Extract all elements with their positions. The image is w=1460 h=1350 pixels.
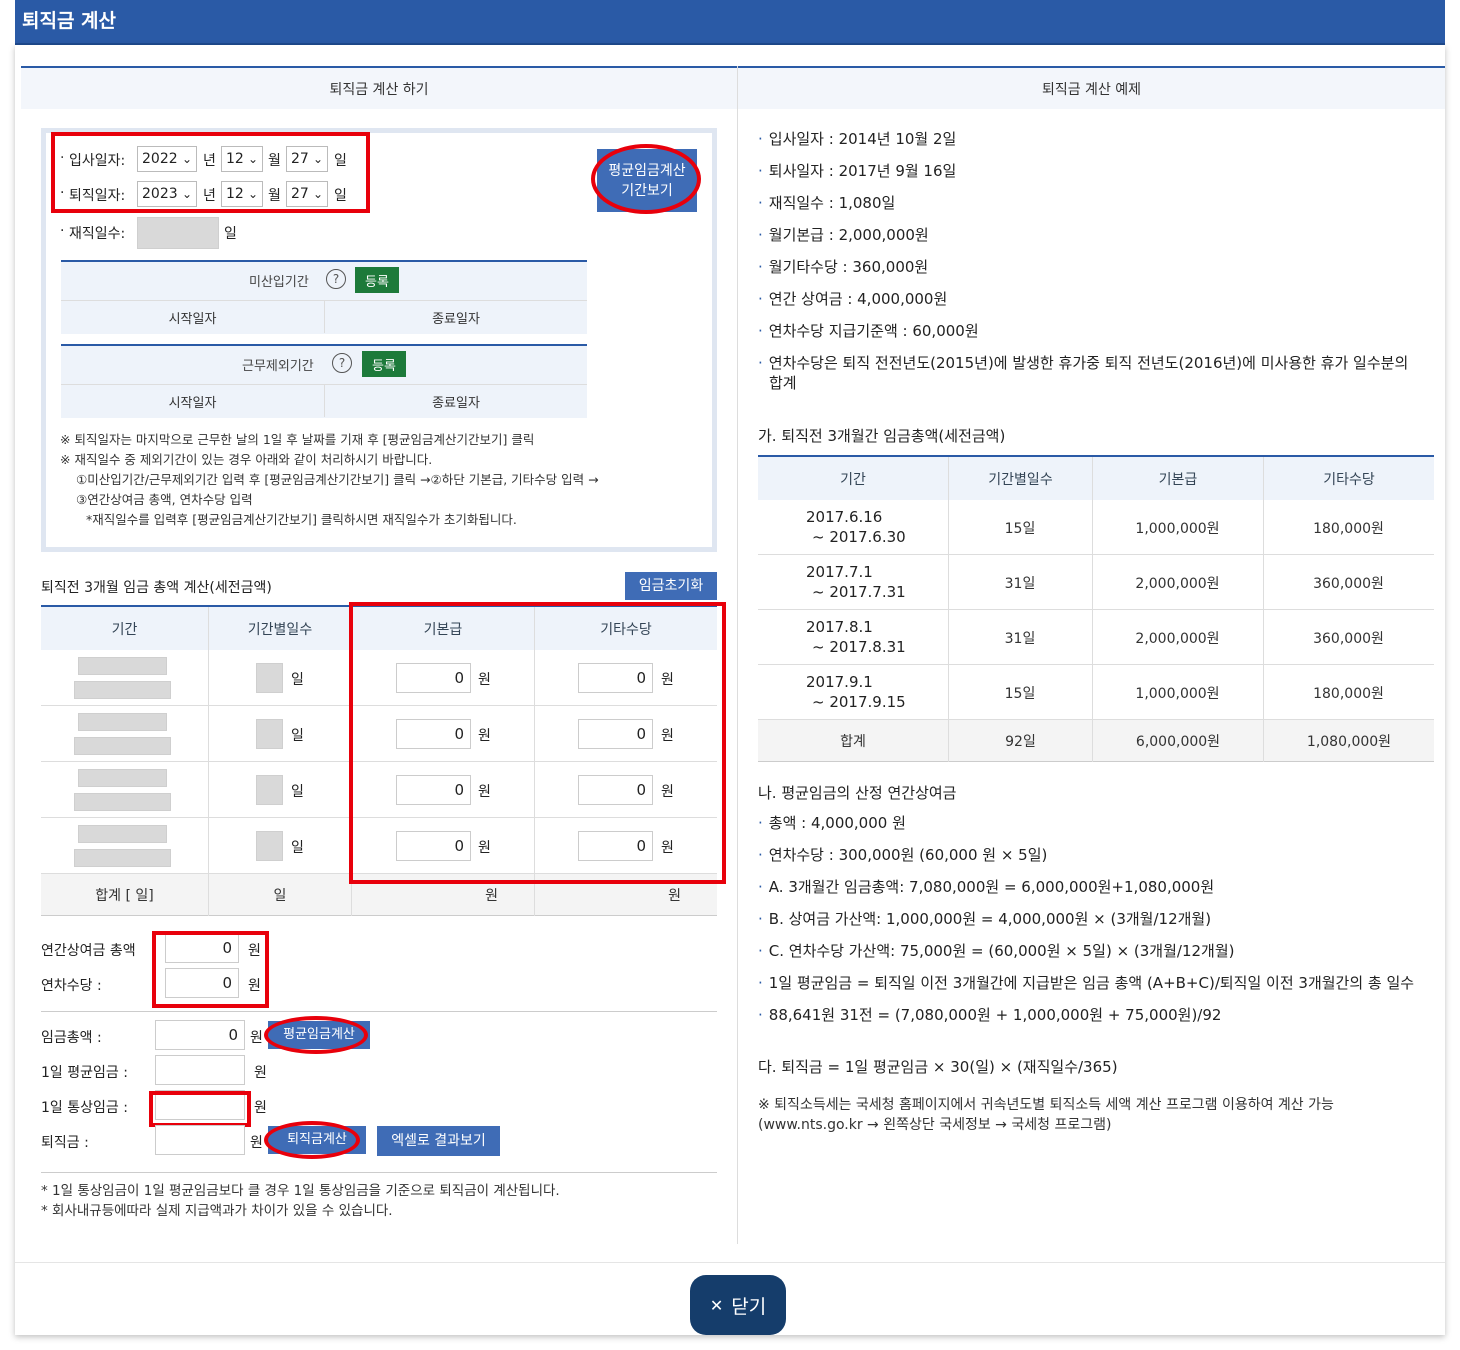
calc-item: · 연차수당 : 300,000원 (60,000 원 × 5일) <box>758 846 1048 864</box>
col-period: 기간 <box>41 607 208 650</box>
calc-item: · 88,641원 31전 = (7,080,000원 + 1,000,000원 … <box>758 1006 1222 1024</box>
col-days: 기간별일수 <box>208 607 351 650</box>
excluded-register-button[interactable]: 등록 <box>362 351 406 377</box>
period-days-field[interactable] <box>256 719 283 749</box>
calc-item: · A. 3개월간 임금총액: 7,080,000원 = 6,000,000원+1… <box>758 878 1215 896</box>
date-highlight-box <box>51 132 370 213</box>
note-2: ※ 재직일수 중 제외기간이 있는 경우 아래와 같이 처리하시기 바랍니다. <box>60 452 433 467</box>
severance-label: 퇴직금 : <box>41 1135 89 1151</box>
tax-note-2: (www.nts.go.kr → 왼쪽상단 국세정보 → 국세청 프로그램) <box>758 1117 1112 1133</box>
example-item: · 재직일수 : 1,080일 <box>758 194 896 212</box>
total-wage-field: 0 <box>155 1020 245 1050</box>
sev-button-circle <box>264 1121 360 1159</box>
period-start-field <box>78 713 167 731</box>
example-item: · 연차수당은 퇴직 전전년도(2015년)에 발생한 휴가중 퇴직 전년도(20… <box>758 354 1409 372</box>
example-item: · 월기본급 : 2,000,000원 <box>758 226 929 244</box>
example-item: · 입사일자 : 2014년 10월 2일 <box>758 130 957 148</box>
end-date-col: 종료일자 <box>432 395 480 411</box>
ex-col-days: 기간별일수 <box>948 457 1092 500</box>
example-item: · 연차수당 지급기준액 : 60,000원 <box>758 322 979 340</box>
period-start-field <box>78 769 167 787</box>
section-b-title: 나. 평균임금의 산정 연간상여금 <box>758 784 957 802</box>
ex-total-days: 92일 <box>948 720 1092 762</box>
bonus-label: 연간상여금 총액 <box>41 943 136 959</box>
ex-col-period: 기간 <box>758 457 948 500</box>
period-days-field[interactable] <box>256 775 283 805</box>
note-3: ①미산입기간/근무제외기간 입력 후 [평균임금계산기간보기] 클릭 →②하단 … <box>76 472 599 487</box>
ex-total-label: 합계 <box>840 734 866 750</box>
leave-pay-label: 연차수당 : <box>41 978 102 994</box>
section-a-title: 가. 퇴직전 3개월간 임금총액(세전금액) <box>758 427 1006 445</box>
start-date-col: 시작일자 <box>168 311 217 327</box>
help-icon[interactable]: ? <box>332 353 352 373</box>
example-item: · 연간 상여금 : 4,000,000원 <box>758 290 948 308</box>
period-start-field <box>78 657 167 675</box>
window-title: 퇴직금 계산 <box>22 10 117 32</box>
example-item: 합계 <box>769 374 797 392</box>
period-button-circle <box>591 144 701 214</box>
footnote-2: * 회사내규등에따라 실제 지급액과가 차이가 있을 수 있습니다. <box>41 1203 393 1219</box>
avg-button-circle <box>264 1016 368 1054</box>
daily-avg-field[interactable] <box>155 1055 245 1085</box>
title-bar: 퇴직금 계산 <box>15 0 1445 45</box>
total-days: 일 <box>208 874 351 916</box>
period-start-field <box>78 825 167 843</box>
calc-item: · B. 상여금 가산액: 1,000,000원 = 4,000,000원 × (… <box>758 910 1212 928</box>
end-date-col: 종료일자 <box>432 311 480 327</box>
tax-note-1: ※ 퇴직소득세는 국세청 홈페이지에서 귀속년도별 퇴직소득 세액 계산 프로그… <box>758 1097 1334 1113</box>
note-5: *재직일수를 입력후 [평균임금계산기간보기] 클릭하시면 재직일수가 초기화됩… <box>86 512 517 527</box>
period-days-field[interactable] <box>256 831 283 861</box>
note-4: ③연간상여금 총액, 연차수당 입력 <box>76 492 253 507</box>
calc-item: · 총액 : 4,000,000 원 <box>758 814 906 832</box>
start-date-col: 시작일자 <box>168 395 217 411</box>
excluded-title: 근무제외기간 <box>242 359 314 374</box>
note-1: ※ 퇴직일자는 마지막으로 근무한 날의 1일 후 날짜를 기재 후 [평균임금… <box>60 432 535 447</box>
example-item: · 퇴사일자 : 2017년 9월 16일 <box>758 162 957 180</box>
work-days-field[interactable] <box>137 217 219 249</box>
ex-col-other: 기타수당 <box>1263 457 1434 500</box>
ordinary-highlight-box <box>149 1091 251 1127</box>
unpaid-register-button[interactable]: 등록 <box>355 267 399 293</box>
ex-col-basic: 기본급 <box>1092 457 1263 500</box>
period-days-field[interactable] <box>256 663 283 693</box>
period-end-field <box>74 849 171 867</box>
example-item: · 월기타수당 : 360,000원 <box>758 258 929 276</box>
ex-total-other: 1,080,000원 <box>1263 720 1434 762</box>
footnote-1: * 1일 통상임금이 1일 평균임금보다 클 경우 1일 통상임금을 기준으로 … <box>41 1183 560 1199</box>
period-end-field <box>74 793 171 811</box>
ex-total-basic: 6,000,000원 <box>1092 720 1263 762</box>
excel-result-button[interactable]: 엑셀로 결과보기 <box>377 1126 500 1156</box>
wage-title: 퇴직전 3개월 임금 총액 계산(세전금액) <box>41 580 272 596</box>
column-divider <box>737 66 738 1244</box>
wage-highlight-box <box>349 602 726 884</box>
left-header: 퇴직금 계산 하기 <box>21 66 737 109</box>
close-button[interactable]: ✕ 닫기 <box>690 1275 786 1335</box>
unpaid-title: 미산입기간 <box>249 275 309 290</box>
work-days-label: 재직일수: <box>69 226 126 242</box>
daily-ordinary-label: 1일 통상임금 : <box>41 1100 128 1116</box>
period-end-field <box>74 681 171 699</box>
section-c-title: 다. 퇴직금 = 1일 평균임금 × 30(일) × (재직일수/365) <box>758 1058 1118 1076</box>
severance-field <box>155 1125 245 1155</box>
calc-item: · 1일 평균임금 = 퇴직일 이전 3개월간에 지급받은 임금 총액 (A+B+… <box>758 974 1415 992</box>
close-icon: ✕ <box>709 1295 724 1315</box>
calc-item: · C. 연차수당 가산액: 75,000원 = (60,000원 × 5일) ×… <box>758 942 1235 960</box>
total-wage-label: 임금총액 : <box>41 1030 102 1046</box>
period-end-field <box>74 737 171 755</box>
wage-reset-button[interactable]: 임금초기화 <box>625 572 717 600</box>
right-header: 퇴직금 계산 예제 <box>738 66 1445 109</box>
bonus-highlight-box <box>152 931 269 1008</box>
help-icon[interactable]: ? <box>326 269 346 289</box>
total-label: 합계 [ 일] <box>95 888 154 904</box>
daily-avg-label: 1일 평균임금 : <box>41 1065 128 1081</box>
